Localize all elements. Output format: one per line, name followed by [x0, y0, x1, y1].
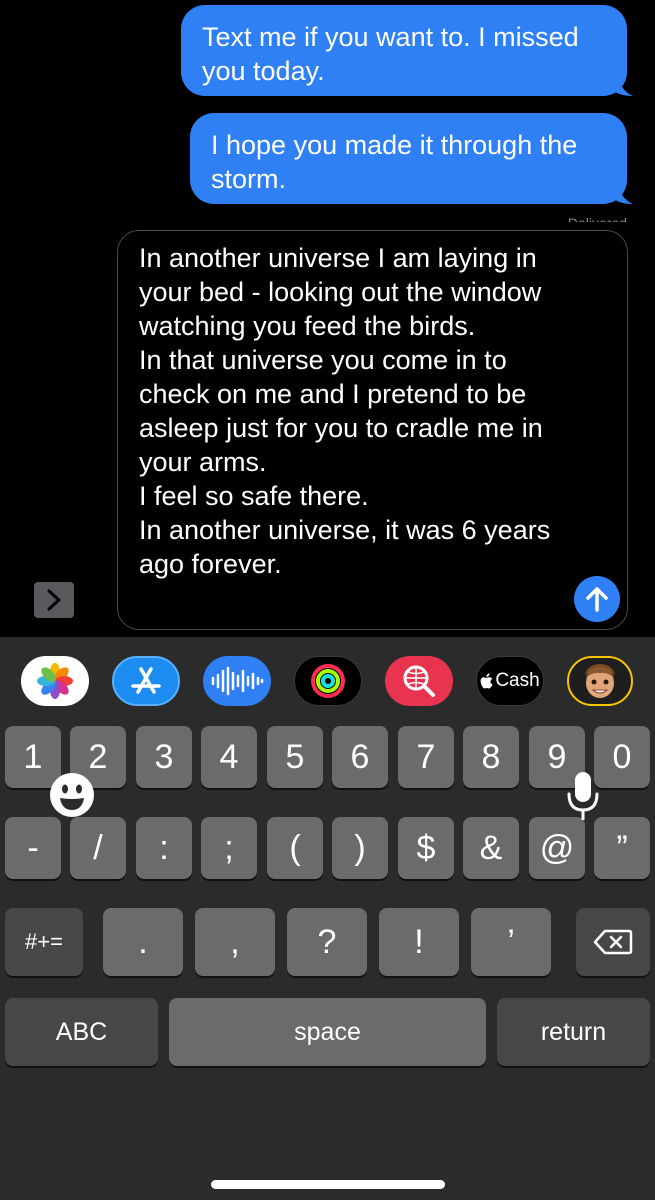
- delete-key[interactable]: [576, 908, 650, 976]
- key-7[interactable]: 7: [398, 726, 454, 788]
- return-key[interactable]: return: [497, 998, 650, 1066]
- compose-text[interactable]: In another universe I am laying in your …: [139, 241, 579, 581]
- message-bubble[interactable]: I hope you made it through the storm.: [190, 113, 633, 204]
- key-3[interactable]: 3: [136, 726, 192, 788]
- image-search-button[interactable]: [385, 656, 453, 706]
- key-slash[interactable]: /: [70, 817, 126, 879]
- space-key[interactable]: space: [169, 998, 486, 1066]
- key-8[interactable]: 8: [463, 726, 519, 788]
- key-colon[interactable]: :: [136, 817, 192, 879]
- key-5[interactable]: 5: [267, 726, 323, 788]
- app-store-button[interactable]: [112, 656, 180, 706]
- memoji-button[interactable]: [567, 656, 633, 706]
- keyboard: Cash 1 2 3 4 5 6 7 8 9 0 - / : ; ( ) $ &…: [0, 637, 655, 1200]
- key-6[interactable]: 6: [332, 726, 388, 788]
- key-quote[interactable]: ”: [594, 817, 650, 879]
- photos-app-button[interactable]: [21, 656, 89, 706]
- microphone-icon: [567, 772, 599, 820]
- imessage-app-strip: Cash: [0, 637, 655, 725]
- key-apostrophe[interactable]: ’: [471, 908, 551, 976]
- activity-icon: [311, 664, 345, 698]
- key-0[interactable]: 0: [594, 726, 650, 788]
- key-close-paren[interactable]: ): [332, 817, 388, 879]
- key-period[interactable]: .: [103, 908, 183, 976]
- audio-message-icon: [211, 666, 264, 696]
- key-hyphen[interactable]: -: [5, 817, 61, 879]
- key-exclamation[interactable]: !: [379, 908, 459, 976]
- dictation-button[interactable]: [565, 770, 601, 824]
- key-4[interactable]: 4: [201, 726, 257, 788]
- photos-icon: [37, 663, 73, 699]
- chevron-right-icon: [47, 589, 61, 611]
- key-question[interactable]: ?: [287, 908, 367, 976]
- activity-button[interactable]: [294, 656, 362, 706]
- apple-cash-label: Cash: [495, 670, 540, 691]
- apple-cash-icon: [480, 672, 493, 688]
- home-indicator[interactable]: [211, 1180, 445, 1189]
- delivered-status: Delivered: [537, 210, 627, 222]
- emoji-icon: [50, 773, 94, 817]
- delete-backspace-icon: [593, 929, 633, 955]
- expand-apps-button[interactable]: [34, 582, 74, 618]
- bubble-tail: [611, 182, 633, 204]
- key-ampersand[interactable]: &: [463, 817, 519, 879]
- audio-message-button[interactable]: [203, 656, 271, 706]
- key-comma[interactable]: ,: [195, 908, 275, 976]
- image-search-icon: [403, 665, 435, 697]
- bubble-tail: [611, 74, 633, 96]
- key-at[interactable]: @: [529, 817, 585, 879]
- arrow-up-icon: [586, 587, 608, 612]
- key-semicolon[interactable]: ;: [201, 817, 257, 879]
- app-store-icon: [131, 667, 161, 694]
- key-more-symbols[interactable]: #+=: [5, 908, 83, 976]
- message-compose-field[interactable]: In another universe I am laying in your …: [117, 230, 628, 630]
- key-dollar[interactable]: $: [398, 817, 454, 879]
- emoji-button[interactable]: [48, 771, 96, 819]
- abc-key[interactable]: ABC: [5, 998, 158, 1066]
- message-text: Text me if you want to. I missed you tod…: [202, 22, 579, 86]
- message-text: I hope you made it through the storm.: [211, 130, 578, 194]
- send-button[interactable]: [574, 576, 620, 622]
- message-bubble[interactable]: Text me if you want to. I missed you tod…: [181, 5, 633, 96]
- key-open-paren[interactable]: (: [267, 817, 323, 879]
- apple-cash-button[interactable]: Cash: [476, 656, 544, 706]
- memoji-icon: [585, 664, 615, 698]
